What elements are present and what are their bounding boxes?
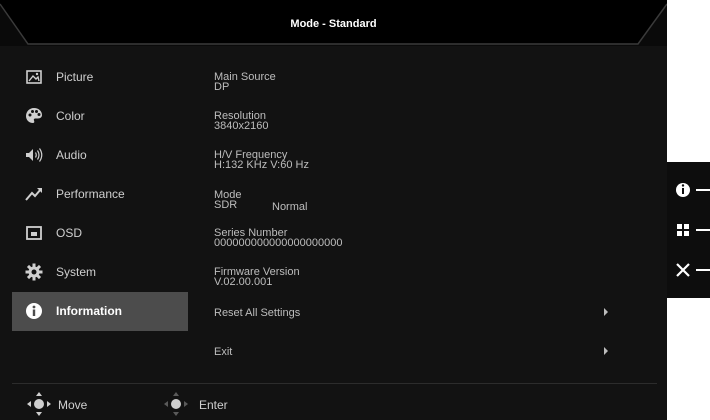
osd-header: Mode - Standard — [0, 0, 667, 46]
sidebar-item-label: Audio — [56, 148, 87, 162]
reset-all-settings-label: Reset All Settings — [214, 307, 301, 319]
joystick-enter-icon — [164, 392, 188, 416]
sidebar-item-osd[interactable]: OSD — [12, 214, 188, 253]
chevron-right-icon — [604, 308, 608, 316]
main-source-info: Main Source DP — [214, 72, 276, 93]
palette-icon — [24, 106, 44, 126]
sidebar-item-information[interactable]: Information — [12, 292, 188, 331]
sidebar-item-label: Performance — [56, 187, 125, 201]
hotkey-panel — [667, 162, 710, 298]
serial-info: Series Number 000000000000000000000 — [214, 228, 343, 249]
mode-value: SDR — [214, 199, 238, 211]
resolution-info: Resolution 3840x2160 — [214, 111, 269, 132]
sidebar-item-performance[interactable]: Performance — [12, 175, 188, 214]
info-hotkey-button[interactable] — [667, 175, 710, 205]
move-hint-label: Move — [58, 398, 88, 412]
osd-window: Mode - Standard Picture Color Audio Perf… — [0, 0, 667, 420]
footer-hints: Move Enter — [0, 390, 667, 420]
osd-icon — [24, 223, 44, 243]
sidebar-item-label: Picture — [56, 70, 94, 84]
joystick-move-icon — [27, 392, 51, 416]
sidebar-item-label: Color — [56, 109, 85, 123]
firmware-info: Firmware Version V.02.00.001 — [214, 267, 300, 288]
speaker-icon — [24, 145, 44, 165]
exit-label: Exit — [214, 346, 233, 358]
sidebar-item-label: OSD — [56, 226, 83, 240]
gear-icon — [24, 262, 44, 282]
info-icon — [24, 301, 44, 321]
performance-icon — [24, 184, 44, 204]
frequency-value: H:132 KHz V:60 Hz — [214, 159, 309, 171]
sidebar-item-label: Information — [56, 304, 122, 318]
menu-hotkey-button[interactable] — [667, 215, 710, 245]
sidebar-item-picture[interactable]: Picture — [12, 58, 188, 97]
grid-icon — [677, 224, 710, 236]
sidebar-nav: Picture Color Audio Performance OSD Syst… — [12, 58, 188, 331]
main-source-value: DP — [214, 81, 230, 93]
reset-all-settings-item[interactable]: Reset All Settings — [214, 307, 614, 319]
info-icon — [676, 183, 710, 197]
mode-extra-value: Normal — [272, 201, 308, 213]
sidebar-item-label: System — [56, 265, 97, 279]
serial-value: 000000000000000000000 — [214, 237, 343, 249]
enter-hint-label: Enter — [199, 398, 228, 412]
chevron-right-icon — [604, 347, 608, 355]
footer-divider — [12, 383, 657, 384]
resolution-value: 3840x2160 — [214, 120, 269, 132]
sidebar-item-color[interactable]: Color — [12, 97, 188, 136]
page-title: Mode - Standard — [290, 18, 377, 30]
firmware-value: V.02.00.001 — [214, 276, 273, 288]
mode-info: Mode SDR Normal — [214, 190, 307, 214]
sidebar-item-system[interactable]: System — [12, 253, 188, 292]
close-hotkey-button[interactable] — [667, 255, 710, 285]
sidebar-item-audio[interactable]: Audio — [12, 136, 188, 175]
exit-item[interactable]: Exit — [214, 346, 614, 358]
close-icon — [676, 263, 710, 277]
frequency-info: H/V Frequency H:132 KHz V:60 Hz — [214, 150, 309, 171]
picture-icon — [24, 67, 44, 87]
